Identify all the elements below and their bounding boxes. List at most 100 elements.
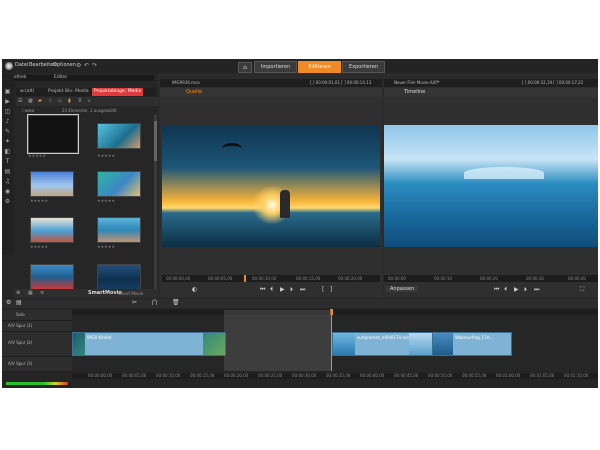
thumbnail-black[interactable] <box>27 114 79 154</box>
thumbnail-sky[interactable] <box>30 171 74 197</box>
rating-stars[interactable]: ★★★★★ <box>97 153 115 158</box>
rating-stars[interactable]: ★★★★★ <box>28 153 46 158</box>
wave-crest <box>464 167 544 179</box>
source-video-preview[interactable] <box>162 125 380 247</box>
clip-label: IMG0 Kiteit4 <box>87 335 112 340</box>
ruler-label: 00:00:15,00 <box>296 276 321 281</box>
redo-icon[interactable]: ↷ <box>92 62 97 69</box>
clip-surf[interactable]: surfpresent_m040174.mov <box>332 332 434 356</box>
tab-editieren[interactable]: Editieren <box>298 61 341 73</box>
play-icon[interactable]: ▶ <box>280 286 285 293</box>
pen-icon[interactable]: ✎ <box>4 128 11 135</box>
gear-icon[interactable]: ⚙ <box>76 62 81 69</box>
clip-wakesurf[interactable]: Wakesurfing_17A... <box>432 332 512 356</box>
step-back-icon[interactable]: ⏴ <box>270 286 273 294</box>
timeline-video-preview[interactable] <box>384 125 598 247</box>
tab-projektablage[interactable]: Projektablage: Media <box>92 88 144 96</box>
thumbnail-kayak[interactable] <box>30 264 74 290</box>
timeline-settings-icon[interactable]: ⚙ <box>6 299 11 306</box>
effect-icon[interactable]: ✦ <box>4 138 11 145</box>
grid-view-icon[interactable]: ▦ <box>28 98 33 104</box>
folder-icon[interactable]: ▣ <box>4 88 11 95</box>
step-forward-icon[interactable]: ⏵ <box>290 286 293 294</box>
tab-timeline[interactable]: Timeline <box>404 89 425 95</box>
timeline-preview-ruler[interactable]: 00:00:00 00:00:10 00:00:20 00:00:30 00:0… <box>384 275 598 282</box>
source-ruler[interactable]: 00:00:00,00 00:00:05,00 00:00:10,00 00:0… <box>162 275 380 282</box>
transition-icon[interactable]: ◧ <box>4 148 11 155</box>
ruler-label: 00:00:30 <box>526 276 544 281</box>
shuttle-icon[interactable]: ◐ <box>192 286 197 293</box>
sound-effect-icon[interactable]: ♫ <box>4 178 11 185</box>
thumbnail-pool[interactable] <box>30 217 74 243</box>
view-icon[interactable]: ▦ <box>28 290 33 296</box>
skip-forward-icon[interactable]: ⏭ <box>300 286 305 294</box>
list-view-icon[interactable]: ☰ <box>18 98 22 104</box>
selection-range[interactable] <box>224 310 332 371</box>
step-back-icon[interactable]: ⏴ <box>504 286 507 294</box>
thumbnail-beach[interactable] <box>97 123 141 149</box>
rating-stars[interactable]: ★★★★★ <box>97 244 115 249</box>
timeline-bottom-ruler[interactable]: 00:00:00,00 00:00:05,00 00:00:10,00 00:0… <box>72 373 598 379</box>
folder-open-icon[interactable]: ▰ <box>38 98 42 104</box>
source-file-name: IMG9936.mov <box>172 80 200 85</box>
tab-project-bin[interactable]: Projekt Bin: Media <box>46 88 91 96</box>
trash-icon[interactable]: 🗑 <box>172 299 180 306</box>
mark-out-icon[interactable]: ] <box>330 286 332 293</box>
title-icon[interactable]: T <box>4 158 11 165</box>
tab-importieren[interactable]: Importieren <box>254 61 297 73</box>
tab-quelle[interactable]: Quelle <box>186 89 202 95</box>
rating-stars[interactable]: ★★★★★ <box>30 198 48 203</box>
disc-icon[interactable]: ◉ <box>4 188 11 195</box>
video-icon[interactable]: ▶ <box>4 98 11 105</box>
tab-editor[interactable]: Editor <box>54 75 67 80</box>
home-button[interactable]: ⌂ <box>238 62 252 73</box>
magnet-icon[interactable]: ⋂ <box>152 299 157 306</box>
tag-icon[interactable]: ◇ <box>58 98 62 104</box>
step-forward-icon[interactable]: ⏵ <box>524 286 527 294</box>
timeline-header-ruler[interactable] <box>72 309 598 315</box>
montage-icon[interactable]: ▤ <box>4 168 11 175</box>
skip-forward-icon[interactable]: ⏭ <box>534 286 539 294</box>
menu-optionen[interactable]: Optionen <box>53 62 76 68</box>
source-playhead[interactable] <box>244 275 246 282</box>
track-icon[interactable]: ▤ <box>16 299 22 306</box>
ruler-label: 00:00:20 <box>480 276 498 281</box>
photo-icon[interactable]: ◫ <box>4 108 11 115</box>
search-icon[interactable]: ⌕ <box>88 98 91 104</box>
sort-icon[interactable]: ≡ <box>40 290 44 296</box>
menu-datei[interactable]: Datei <box>15 62 28 68</box>
audio-icon[interactable]: ♪ <box>4 118 11 125</box>
library-tabs: w:(alt) Projekt Bin: Media Projektablage… <box>16 88 156 96</box>
thumbnail-surf[interactable] <box>97 171 141 197</box>
track-av-3[interactable]: A/V Spur (3) <box>2 357 72 372</box>
mark-in-icon[interactable]: [ <box>322 286 324 293</box>
razor-icon[interactable]: ✂ <box>132 299 137 306</box>
thumbnail-people[interactable] <box>97 217 141 243</box>
scrollbar-thumb[interactable] <box>154 121 157 161</box>
add-icon[interactable]: ⊕ <box>16 290 20 296</box>
filter-icon[interactable]: ⊽ <box>78 98 82 104</box>
tab-exportieren[interactable]: Exportieren <box>342 61 385 73</box>
star-icon[interactable]: ☆ <box>48 98 52 104</box>
rating-stars[interactable]: ★★★★★ <box>97 198 115 203</box>
track-av-1[interactable]: A/V Spur (1) <box>2 321 72 332</box>
smartmovie-label[interactable]: SmartMovie <box>88 290 122 296</box>
clip-kite[interactable]: IMG0 Kiteit4 <box>72 332 226 356</box>
track-label: Solo <box>16 312 25 317</box>
track-label: A/V Spur (3) <box>8 361 33 366</box>
fit-dropdown[interactable]: Anpassen <box>386 286 419 292</box>
fullscreen-icon[interactable]: ⛶ <box>580 286 584 294</box>
undo-icon[interactable]: ↶ <box>84 62 89 69</box>
color-icon[interactable]: ▮ <box>68 98 71 104</box>
library-scrollbar[interactable] <box>154 115 157 295</box>
settings-icon[interactable]: ⚙ <box>4 198 11 205</box>
track-solo[interactable]: Solo <box>2 310 72 321</box>
tab-root[interactable]: w:(alt) <box>18 88 36 96</box>
rating-stars[interactable]: ★★★★★ <box>30 244 48 249</box>
skip-back-icon[interactable]: ⏮ <box>494 286 499 294</box>
thumbnail-wave[interactable] <box>97 264 141 290</box>
skip-back-icon[interactable]: ⏮ <box>260 286 265 294</box>
track-av-2[interactable]: A/V Spur (2) <box>2 332 72 357</box>
track-label: A/V Spur (1) <box>8 323 33 328</box>
play-icon[interactable]: ▶ <box>514 286 519 293</box>
